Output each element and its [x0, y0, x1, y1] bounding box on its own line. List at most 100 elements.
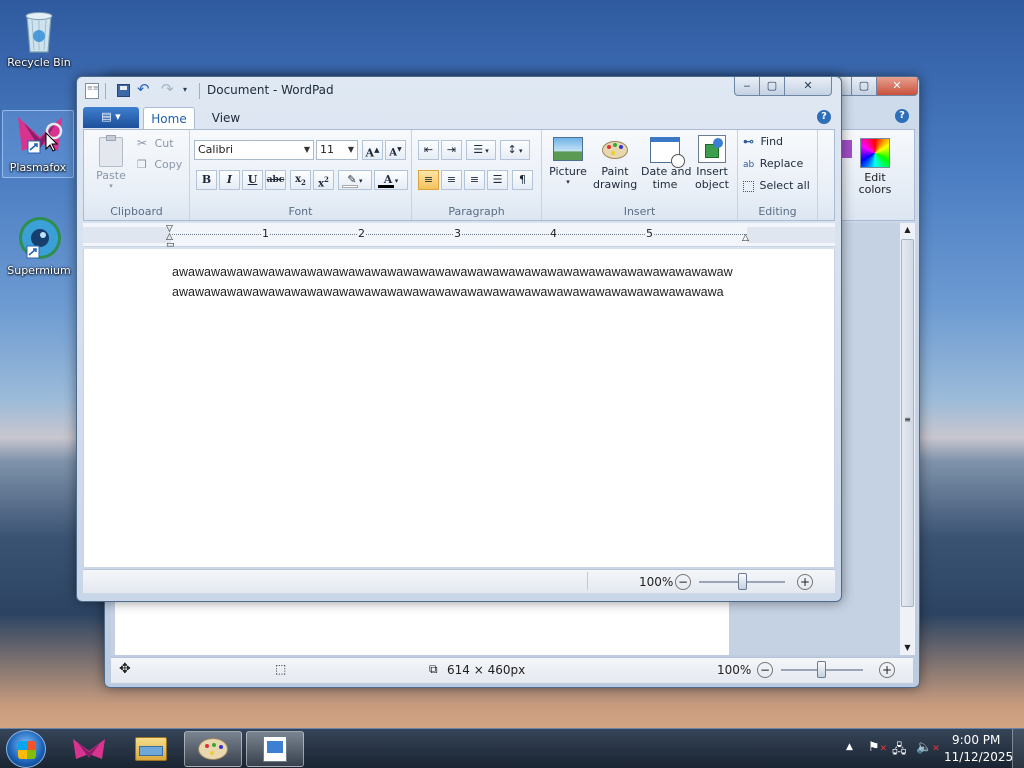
group-label-clipboard: Clipboard — [110, 205, 163, 218]
cut-button[interactable]: ✂ Cut — [136, 135, 186, 153]
wordpad-minimize-button[interactable]: ‒ — [734, 77, 760, 96]
select-all-button[interactable]: Select all — [742, 178, 816, 196]
edit-colors-button[interactable]: Edit colors — [856, 136, 894, 206]
taskbar-plasmafox[interactable] — [60, 731, 118, 767]
insert-paint-drawing-button[interactable]: Paint drawing — [592, 134, 638, 196]
scroll-thumb[interactable]: ≡ — [901, 239, 914, 607]
ribbon-tab-bar: ▤ ▾ Home View ? — [83, 105, 835, 130]
paragraph-settings-button[interactable]: ¶ — [512, 170, 533, 190]
text-color-button[interactable]: A ▾ — [374, 170, 408, 190]
increase-indent-button[interactable]: ⇥ — [441, 140, 462, 160]
insert-object-button[interactable]: Insert object — [690, 134, 734, 196]
first-line-indent-marker[interactable]: ▽ △ ▭ — [166, 225, 175, 250]
font-size-select[interactable]: 11 ▼ — [316, 140, 358, 160]
start-button[interactable] — [6, 730, 46, 768]
group-label-editing: Editing — [758, 205, 797, 218]
paste-button[interactable]: Paste ▾ — [90, 134, 132, 196]
tab-view[interactable]: View — [201, 107, 251, 130]
wordpad-help-icon[interactable]: ? — [817, 110, 831, 124]
wordpad-close-button[interactable]: ✕ — [784, 77, 832, 96]
application-menu-button[interactable]: ▤ ▾ — [83, 107, 139, 128]
strikethrough-button[interactable]: abc — [265, 170, 286, 190]
show-desktop-button[interactable] — [1012, 729, 1024, 768]
highlight-color-button[interactable]: ✎ ▾ — [338, 170, 372, 190]
paint-close-button[interactable]: ✕ — [876, 77, 918, 96]
document-area[interactable]: awawawawawawawawawawawawawawawawawawawaw… — [83, 249, 835, 567]
line-spacing-button[interactable]: ↕ ▾ — [500, 140, 530, 160]
zoom-slider-thumb[interactable] — [817, 661, 826, 678]
wordpad-window[interactable]: ≡≡ ↶ ↷ ▾ Document - WordPad ‒ ▢ ✕ ▤ ▾ Ho… — [76, 76, 842, 602]
scroll-up-arrow-icon[interactable]: ▲ — [900, 223, 915, 237]
paint-canvas[interactable] — [115, 595, 729, 655]
align-center-button[interactable]: ≡ — [441, 170, 462, 190]
replace-button[interactable]: ab Replace — [742, 156, 814, 174]
italic-button[interactable]: I — [219, 170, 240, 190]
paint-maximize-button[interactable]: ▢ — [851, 77, 877, 96]
network-icon[interactable]: 🖧 — [892, 740, 907, 762]
paste-icon — [99, 135, 123, 167]
find-button[interactable]: ⊷ Find — [742, 134, 814, 152]
wordpad-maximize-button[interactable]: ▢ — [759, 77, 785, 96]
insert-date-time-button[interactable]: Date and time — [640, 134, 691, 196]
chevron-down-icon: ▼ — [347, 145, 354, 154]
group-editing: ⊷ Find ab Replace Select all Editing — [738, 130, 818, 220]
shrink-font-button[interactable]: A▼ — [385, 140, 406, 160]
font-family-select[interactable]: Calibri ▼ — [194, 140, 314, 160]
desktop-icon-recycle-bin[interactable]: Recycle Bin — [3, 6, 75, 76]
redo-icon[interactable]: ↷ — [161, 80, 174, 98]
ruler[interactable]: ▽ △ ▭ △ 1 2 3 4 5 — [83, 223, 835, 250]
taskbar-file-explorer[interactable] — [122, 731, 180, 767]
bold-button[interactable]: B — [196, 170, 217, 190]
paint-status-bar: ✥ ⬚ ⧉ 614 × 460px 100% − + — [111, 657, 913, 683]
show-hidden-icons-icon[interactable]: ▲ — [846, 742, 853, 752]
clock-time[interactable]: 9:00 PM — [952, 733, 1000, 747]
subscript-button[interactable]: x2 — [290, 170, 311, 190]
superscript-button[interactable]: x2 — [313, 170, 334, 190]
clock-date[interactable]: 11/12/2025 — [944, 750, 1013, 764]
zoom-out-icon[interactable]: − — [757, 662, 773, 678]
qat-separator — [105, 83, 106, 99]
edit-colors-icon — [860, 138, 890, 168]
justify-button[interactable]: ☰ — [487, 170, 508, 190]
taskbar-wordpad[interactable] — [246, 731, 304, 767]
align-left-button[interactable]: ≡ — [418, 170, 439, 190]
insert-picture-button[interactable]: Picture ▾ — [546, 134, 590, 196]
title-separator — [199, 83, 200, 99]
zoom-slider-thumb[interactable] — [738, 573, 747, 590]
paste-label: Paste — [96, 169, 126, 182]
ruler-number: 2 — [357, 227, 366, 240]
scroll-down-arrow-icon[interactable]: ▼ — [900, 641, 915, 655]
desktop-icon-plasmafox[interactable]: Plasmafox — [2, 110, 74, 178]
decrease-indent-button[interactable]: ⇤ — [418, 140, 439, 160]
ruler-number: 5 — [645, 227, 654, 240]
zoom-in-icon[interactable]: + — [879, 662, 895, 678]
object-icon — [698, 135, 726, 163]
chevron-down-icon: ▾ — [392, 176, 399, 185]
volume-muted-icon[interactable]: 🔈✕ — [916, 740, 940, 755]
taskbar-paint[interactable] — [184, 731, 242, 767]
object-icon-ball — [713, 138, 723, 148]
paint-vertical-scrollbar[interactable]: ▲ ≡ ▼ — [899, 223, 915, 655]
calendar-icon — [650, 137, 685, 168]
save-icon[interactable] — [117, 84, 130, 97]
zoom-out-icon[interactable]: − — [675, 574, 691, 590]
bullet-list-button[interactable]: ☰ ▾ — [466, 140, 496, 160]
copy-button[interactable]: ❐ Copy — [136, 157, 186, 175]
insert-picture-label: Picture — [549, 165, 587, 178]
underline-button[interactable]: U — [242, 170, 263, 190]
desktop-icon-supermium[interactable]: Supermium — [3, 214, 75, 282]
group-clipboard: Paste ▾ ✂ Cut ❐ Copy Clipboard — [84, 130, 190, 220]
action-center-icon[interactable]: ⚑✕ — [868, 740, 887, 755]
right-indent-marker[interactable]: △ — [742, 233, 749, 243]
wordpad-app-icon[interactable]: ≡≡ — [85, 83, 99, 99]
tab-home[interactable]: Home — [143, 107, 195, 130]
undo-icon[interactable]: ↶ — [137, 80, 150, 98]
paint-help-icon[interactable]: ? — [895, 109, 909, 123]
grow-font-button[interactable]: A▲ — [362, 140, 383, 160]
align-right-button[interactable]: ≡ — [464, 170, 485, 190]
canvas-dimensions: 614 × 460px — [447, 663, 526, 677]
group-label-font: Font — [288, 205, 313, 218]
zoom-in-icon[interactable]: + — [797, 574, 813, 590]
clipboard-clip-icon — [106, 135, 116, 141]
qat-customize-icon[interactable]: ▾ — [183, 85, 187, 94]
